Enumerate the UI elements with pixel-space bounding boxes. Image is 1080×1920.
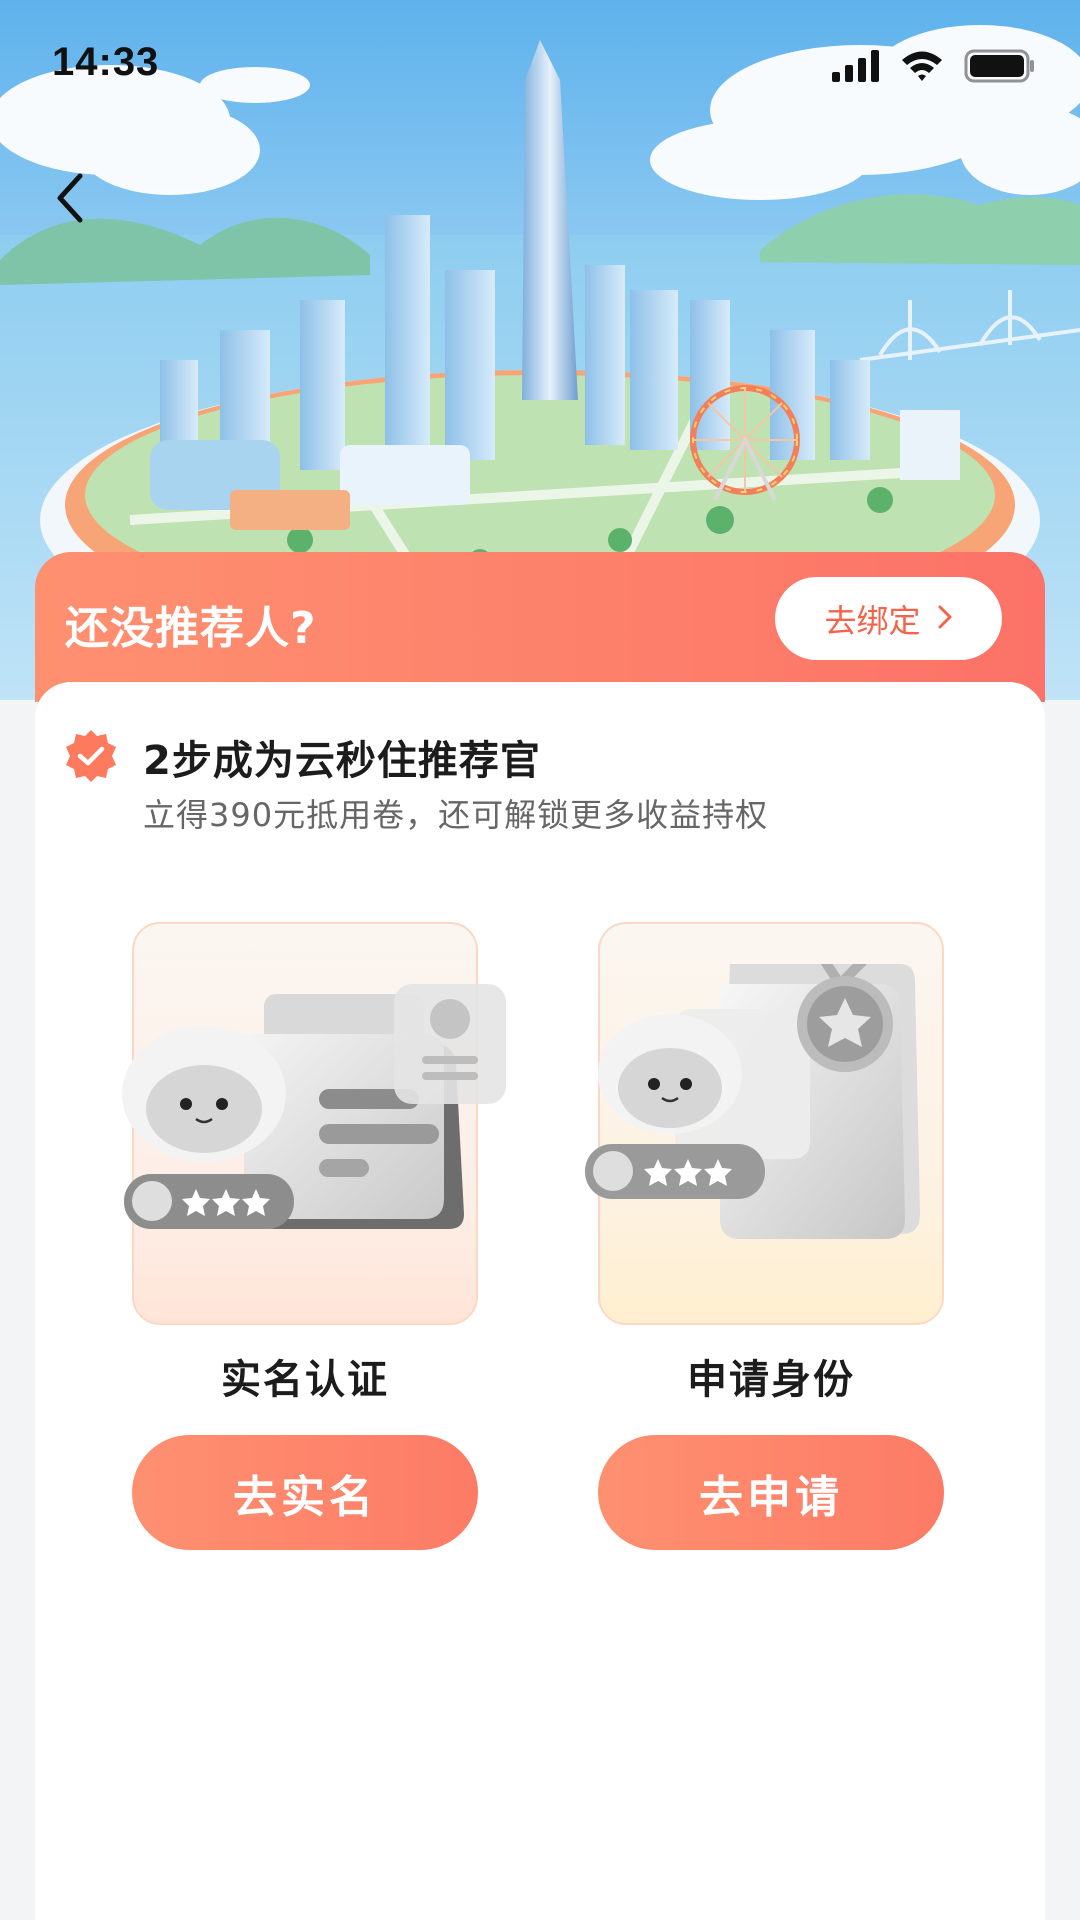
bind-referrer-label: 去绑定	[824, 601, 921, 640]
wifi-icon	[900, 49, 944, 87]
bind-referrer-button[interactable]: 去绑定	[775, 577, 1002, 660]
step-apply-label: 申请身份	[687, 1357, 855, 1403]
signal-icon	[832, 50, 880, 86]
verified-badge-icon	[63, 728, 119, 784]
medal-mascot-illustration	[585, 922, 944, 1325]
screen: 14:33 还没推荐人? 去绑定 2步成为云秒住推荐官 立得390元抵用卷，还可…	[0, 0, 1080, 1920]
step-apply: 申请身份 去申请	[585, 922, 944, 1550]
battery-icon	[964, 49, 1036, 87]
status-bar: 14:33	[0, 0, 1080, 130]
go-apply-button[interactable]: 去申请	[598, 1435, 944, 1550]
chevron-left-icon	[52, 172, 88, 228]
intro-title: 2步成为云秒住推荐官	[143, 738, 541, 784]
intro-subtitle: 立得390元抵用卷，还可解锁更多收益持权	[143, 796, 769, 834]
referrer-title: 还没推荐人?	[65, 603, 317, 654]
referrer-banner: 还没推荐人? 去绑定	[35, 552, 1045, 702]
go-verify-label: 去实名	[233, 1471, 377, 1523]
step-verify: 实名认证 去实名	[122, 922, 506, 1550]
status-icons	[832, 48, 1036, 88]
main-card: 2步成为云秒住推荐官 立得390元抵用卷，还可解锁更多收益持权 实名认证 去实名…	[35, 682, 1045, 1920]
go-verify-button[interactable]: 去实名	[132, 1435, 478, 1550]
id-card-mascot-illustration	[122, 922, 506, 1325]
chevron-right-icon	[937, 604, 953, 634]
back-button[interactable]	[30, 160, 110, 240]
status-time: 14:33	[52, 40, 160, 84]
go-apply-label: 去申请	[699, 1471, 843, 1523]
step-verify-label: 实名认证	[221, 1357, 389, 1403]
